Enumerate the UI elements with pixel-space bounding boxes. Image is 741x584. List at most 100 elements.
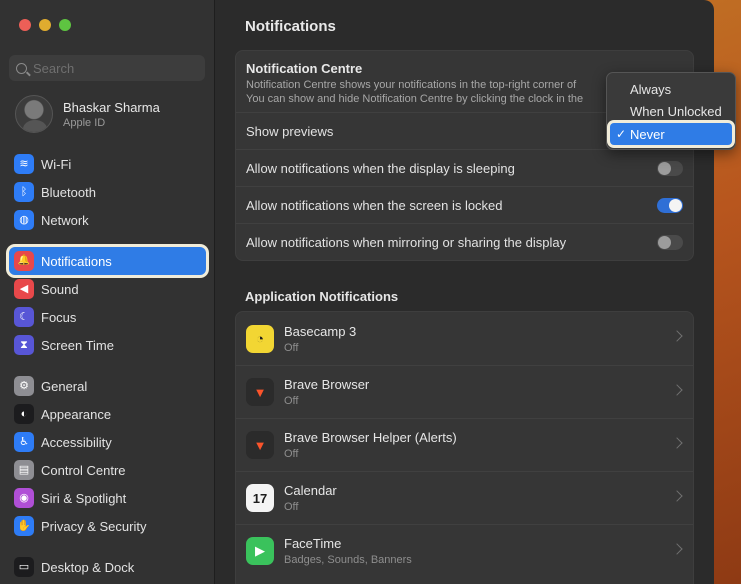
application-list: ◔ Basecamp 3 Off ▼ Brave Browser Off ▼ Brave Br… [235, 311, 694, 584]
facetime-icon: ▶ [246, 537, 274, 565]
apple-id-account[interactable]: Bhaskar Sharma Apple ID [15, 95, 160, 133]
close-button[interactable] [19, 19, 31, 31]
app-row[interactable]: ▶ FaceTime Badges, Sounds, Banners [236, 524, 693, 577]
sidebar-item-accessibility[interactable]: ♿ Accessibility [9, 428, 206, 456]
setting-label: Show previews [246, 123, 334, 139]
sidebar-item-appearance[interactable]: ◐ Appearance [9, 400, 206, 428]
app-status: Off [284, 501, 299, 513]
setting-label: Allow notifications when the screen is l… [246, 197, 503, 213]
app-status: Off [284, 395, 299, 407]
page-title: Notifications [245, 18, 336, 35]
appearance-icon: ◐ [14, 404, 34, 424]
sidebar-item-focus[interactable]: ☾ Focus [9, 303, 206, 331]
menu-option-label: When Unlocked [630, 103, 722, 119]
search-icon [16, 62, 27, 74]
sidebar-item-label: General [41, 378, 88, 394]
control-centre-icon: ▤ [14, 460, 34, 480]
search-input[interactable] [33, 60, 193, 76]
app-row[interactable]: ▼ Brave Browser Helper (Alerts) Off [236, 418, 693, 471]
menu-option-label: Never [630, 126, 665, 142]
bluetooth-icon: ᛒ [14, 182, 34, 202]
sidebar-item-label: Desktop & Dock [41, 559, 135, 575]
sidebar-item-desktop-dock[interactable]: ▭ Desktop & Dock [9, 553, 206, 581]
app-status: Badges, Sounds, Banners [284, 554, 412, 566]
menu-option-always[interactable]: Always [607, 78, 735, 100]
minimize-button[interactable] [39, 19, 51, 31]
siri-icon: ◉ [14, 488, 34, 508]
sidebar-item-privacy-security[interactable]: ✋ Privacy & Security [9, 512, 206, 540]
sidebar-group-network: ≋ Wi-Fi ᛒ Bluetooth ◍ Network [9, 150, 206, 234]
sidebar-group-selected: 🔔 Notifications [9, 247, 206, 275]
hand-icon: ✋ [14, 516, 34, 536]
setting-label: Allow notifications when the display is … [246, 160, 515, 176]
sidebar: Bhaskar Sharma Apple ID ≋ Wi-Fi ᛒ Bluetooth… [0, 0, 215, 584]
sidebar-item-bluetooth[interactable]: ᛒ Bluetooth [9, 178, 206, 206]
sidebar-item-label: Accessibility [41, 434, 112, 450]
sidebar-item-label: Appearance [41, 406, 112, 422]
sidebar-item-label: Focus [41, 309, 77, 325]
calendar-icon: 17 [246, 484, 274, 512]
sidebar-item-label: Siri & Spotlight [41, 490, 127, 506]
sidebar-item-label: Notifications [41, 253, 112, 269]
globe-icon: ◍ [14, 210, 34, 230]
speaker-icon: ◀ [14, 279, 34, 299]
brave-lion-icon: ▼ [246, 431, 274, 459]
sidebar-item-label: Wi-Fi [41, 156, 72, 172]
checkmark-icon: ✓ [616, 127, 627, 141]
bell-icon: 🔔 [14, 251, 34, 271]
app-row[interactable]: ▼ Brave Browser Off [236, 365, 693, 418]
avatar [15, 95, 53, 133]
app-status: Off [284, 341, 299, 354]
app-name: FaceTime [284, 536, 342, 551]
setting-row: Allow notifications when the screen is l… [236, 186, 693, 223]
sidebar-group-attention: ◀ Sound ☾ Focus ⧗ Screen Time [9, 275, 206, 359]
wifi-icon: ≋ [14, 154, 34, 174]
chevron-right-icon [671, 330, 683, 342]
sidebar-item-label: Control Centre [41, 462, 126, 478]
brave-lion-icon: ▼ [246, 378, 274, 406]
sidebar-item-label: Bluetooth [41, 184, 96, 200]
sidebar-item-control-centre[interactable]: ▤ Control Centre [9, 456, 206, 484]
sidebar-group-desktop: ▭ Desktop & Dock [9, 553, 206, 581]
menu-option-label: Always [630, 81, 672, 97]
app-row[interactable]: ◔ Basecamp 3 Off [236, 312, 693, 365]
chevron-right-icon [671, 437, 683, 449]
app-name: Basecamp 3 [284, 323, 357, 339]
sidebar-item-label: Network [41, 212, 89, 228]
sidebar-item-general[interactable]: ⚙ General [9, 372, 206, 400]
setting-toggle[interactable] [657, 160, 683, 176]
sidebar-item-sound[interactable]: ◀ Sound [9, 275, 206, 303]
show-previews-menu: Always When Unlocked ✓ Never [606, 72, 736, 150]
app-name: Brave Browser [284, 377, 370, 392]
sidebar-item-wi-fi[interactable]: ≋ Wi-Fi [9, 150, 206, 178]
sidebar-item-network[interactable]: ◍ Network [9, 206, 206, 234]
setting-row: Allow notifications when mirroring or sh… [236, 223, 693, 260]
sidebar-item-label: Privacy & Security [41, 518, 147, 534]
sidebar-item-screen-time[interactable]: ⧗ Screen Time [9, 331, 206, 359]
moon-icon: ☾ [14, 307, 34, 327]
account-name: Bhaskar Sharma [63, 99, 160, 115]
app-row[interactable]: 17 Calendar Off [236, 471, 693, 524]
basecamp-icon: ◔ [246, 324, 274, 353]
sidebar-group-system: ⚙ General ◐ Appearance ♿ Accessibility ▤ Contro… [9, 372, 206, 540]
sidebar-item-notifications[interactable]: 🔔 Notifications [9, 247, 206, 275]
setting-toggle[interactable] [657, 197, 683, 213]
window-controls [19, 19, 71, 31]
search-field[interactable] [9, 55, 205, 81]
menu-option-never[interactable]: ✓ Never [610, 123, 732, 145]
hourglass-icon: ⧗ [14, 335, 34, 355]
gear-icon: ⚙ [14, 376, 34, 396]
chevron-right-icon [671, 490, 683, 502]
app-status: Off [284, 448, 299, 460]
sidebar-item-label: Screen Time [41, 337, 114, 353]
zoom-button[interactable] [59, 19, 71, 31]
application-notifications-title: Application Notifications [245, 289, 399, 304]
setting-row: Allow notifications when the display is … [236, 149, 693, 186]
sidebar-item-label: Sound [41, 281, 79, 297]
setting-label: Allow notifications when mirroring or sh… [246, 234, 567, 250]
setting-toggle[interactable] [657, 234, 683, 250]
sidebar-item-siri-spotlight[interactable]: ◉ Siri & Spotlight [9, 484, 206, 512]
account-subtitle: Apple ID [63, 116, 106, 129]
chevron-right-icon [671, 543, 683, 555]
menu-option-when-unlocked[interactable]: When Unlocked [607, 100, 735, 122]
